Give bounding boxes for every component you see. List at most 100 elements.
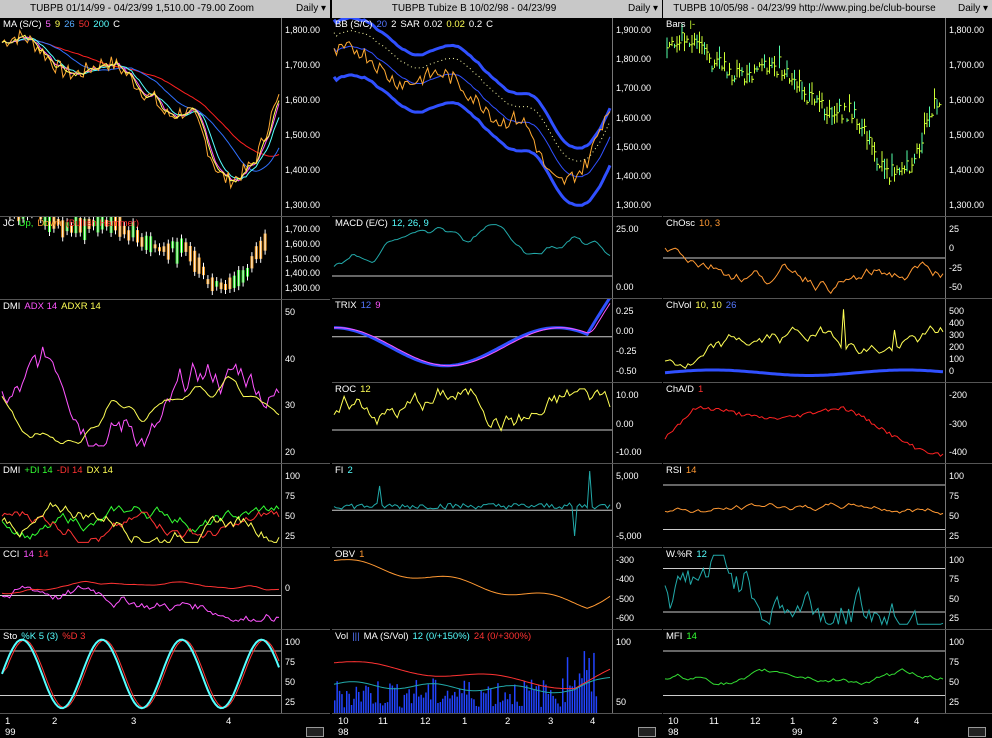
y-tick-label: 1,900.00	[616, 25, 652, 35]
period-dropdown[interactable]: Daily ▾	[958, 0, 988, 18]
scroll-handle[interactable]	[968, 727, 986, 737]
indicator-panel-chad[interactable]: ChA/D 1 -200 -300 -400	[663, 383, 992, 464]
indicator-panel-vol[interactable]: Vol ||| MA (S/Vol) 12 (0/+150%) 24 (0/+300%)…	[332, 630, 662, 714]
indicator-plot	[0, 638, 281, 710]
y-tick-label: 1,700.00	[285, 60, 321, 70]
indicator-label-part: CCI	[3, 549, 20, 560]
indicator-plot	[332, 387, 612, 432]
indicator-label: ChOsc 10, 3	[666, 218, 724, 229]
volume-bar	[499, 702, 502, 713]
volume-bar	[497, 683, 499, 713]
volume-bar	[384, 702, 386, 713]
volume-bar	[528, 690, 530, 713]
y-tick-label: 1,800.00	[949, 25, 985, 35]
rsi-line	[664, 502, 944, 515]
indicator-label: ChA/D 1	[666, 384, 707, 395]
volume-bar	[504, 692, 506, 713]
indicator-panel-chosc[interactable]: ChOsc 10, 3 25 0 -25 -50	[663, 217, 992, 299]
indicator-label-part: +DI 14	[24, 465, 53, 476]
trix-signal-line	[334, 303, 611, 367]
indicator-label: RSI 14	[666, 465, 700, 476]
indicator-label: Sto %K 5 (3) %D 3	[3, 631, 89, 642]
indicator-label: Vol ||| MA (S/Vol) 12 (0/+150%) 24 (0/+300%)	[335, 631, 535, 642]
y-tick-label: 100	[949, 471, 965, 481]
indicator-panel-dmi-di[interactable]: DMI +DI 14 -DI 14 DX 14 100 75 50 25	[0, 464, 330, 548]
indicator-panel-trix[interactable]: TRIX 12 9 0.25 0.00 -0.25 -0.50	[332, 299, 662, 383]
indicator-label-part: FI	[335, 465, 344, 476]
indicator-panel-sto[interactable]: Sto %K 5 (3) %D 3 100 75 50 25	[0, 630, 330, 714]
indicator-panel-roc[interactable]: ROC 12 10.00 0.00 -10.00	[332, 383, 662, 464]
volume-bar	[336, 681, 338, 713]
indicator-panel-cci[interactable]: CCI 14 14 0	[0, 548, 330, 630]
volume-bar	[523, 681, 526, 713]
volume-bar	[562, 678, 564, 713]
y-tick-label: 300	[949, 330, 965, 340]
indicator-panel-obv[interactable]: OBV 1 -300 -400 -500 -600	[332, 548, 662, 630]
volume-bar	[490, 689, 492, 713]
scroll-handle[interactable]	[306, 727, 324, 737]
indicator-label: MACD (E/C) 12, 26, 9	[335, 218, 433, 229]
indicator-panel-rsi[interactable]: RSI 14 100 75 50 25	[663, 464, 992, 548]
period-dropdown[interactable]: Daily ▾	[628, 0, 658, 18]
y-tick-label: 50	[285, 307, 296, 317]
volume-bar	[593, 652, 595, 713]
y-tick-label: 25.00	[616, 224, 639, 234]
y-tick-label: 30	[285, 400, 296, 411]
volume-bar	[574, 680, 576, 713]
y-tick-label: 1,300.00	[285, 200, 321, 210]
volume-bar	[430, 699, 432, 713]
volume-bar	[449, 698, 451, 713]
y-tick-label: 500	[949, 306, 965, 316]
indicator-label-part: |||	[352, 631, 360, 642]
scroll-handle[interactable]	[638, 727, 656, 737]
indicator-plot	[332, 470, 612, 537]
indicator-label-part: %D 3	[62, 631, 86, 642]
mfi-line	[664, 668, 944, 686]
indicator-plot	[1, 501, 280, 544]
plus-di-line	[1, 505, 280, 540]
volume-bar	[468, 682, 470, 713]
x-tick-label: 3	[548, 716, 554, 727]
indicator-label: TRIX 12 9	[335, 300, 385, 311]
y-tick-label: 1,800.00	[616, 54, 652, 65]
x-tick-label: 11	[709, 716, 719, 727]
volume-bar	[348, 693, 350, 713]
indicator-panel-mfi[interactable]: MFI 14 100 75 50 25	[663, 630, 992, 714]
y-tick-label: 100	[949, 637, 965, 647]
indicator-label-part: MFI	[666, 631, 683, 642]
volume-bar	[341, 694, 343, 713]
indicator-label-part: 0.2	[468, 19, 483, 30]
indicator-panel-dmi-adx[interactable]: DMI ADX 14 ADXR 14 50 40 30 20	[0, 300, 330, 464]
indicator-panel-macd[interactable]: MACD (E/C) 12, 26, 9 25.00 0.00	[332, 217, 662, 299]
volume-bar	[590, 691, 593, 713]
indicator-panel-jc[interactable]: JC Up, Down (Bullish Hammer) 1,700.00 1,600.0…	[0, 217, 330, 300]
y-tick-label: -0.25	[616, 346, 637, 356]
indicator-panel-bars[interactable]: Bars |- 1,800.00 1,700.00 1,600.00 1,500.00 1,…	[663, 18, 992, 217]
volume-bar	[454, 691, 456, 713]
chad-line	[664, 405, 944, 457]
indicator-panel-ma[interactable]: MA (S/C) 5 9 26 50 200 C 1,800.00 1,700.00 1,600.…	[0, 18, 330, 217]
indicator-panel-chvol[interactable]: ChVol 10, 10 26 500 400 300 200 100 0	[663, 299, 992, 383]
x-tick-label: 4	[590, 716, 596, 727]
volume-bar	[362, 690, 365, 713]
volume-bar	[439, 702, 442, 713]
volume-bar	[410, 703, 413, 713]
y-tick-label: 1,600.00	[616, 112, 652, 123]
y-tick-label: 0.25	[616, 306, 634, 316]
indicator-panel-wr[interactable]: W.%R 12 100 75 50 25	[663, 548, 992, 630]
indicator-label-part: ADX 14	[24, 301, 58, 312]
indicator-plot	[332, 299, 612, 368]
indicator-label: Bars |-	[666, 19, 699, 30]
y-tick-label: 25	[285, 531, 296, 541]
indicator-panel-bb[interactable]: BB (S/C) 20 2 SAR 0.02 0.02 0.2 C 1,900.00 1,800.…	[332, 18, 662, 217]
volume-bar	[422, 697, 425, 713]
y-tick-label: 25	[949, 531, 960, 541]
y-tick-label: 1,700.00	[616, 83, 652, 94]
indicator-label-part: Vol	[335, 631, 349, 642]
indicator-label-part: Up,	[18, 218, 34, 229]
volume-bar	[578, 673, 581, 713]
y-tick-label: 1,300.00	[285, 283, 321, 293]
cci-avg-line	[1, 580, 280, 595]
indicator-panel-fi[interactable]: FI 2 5,000 0 -5,000	[332, 464, 662, 548]
period-dropdown[interactable]: Daily ▾	[296, 0, 326, 18]
